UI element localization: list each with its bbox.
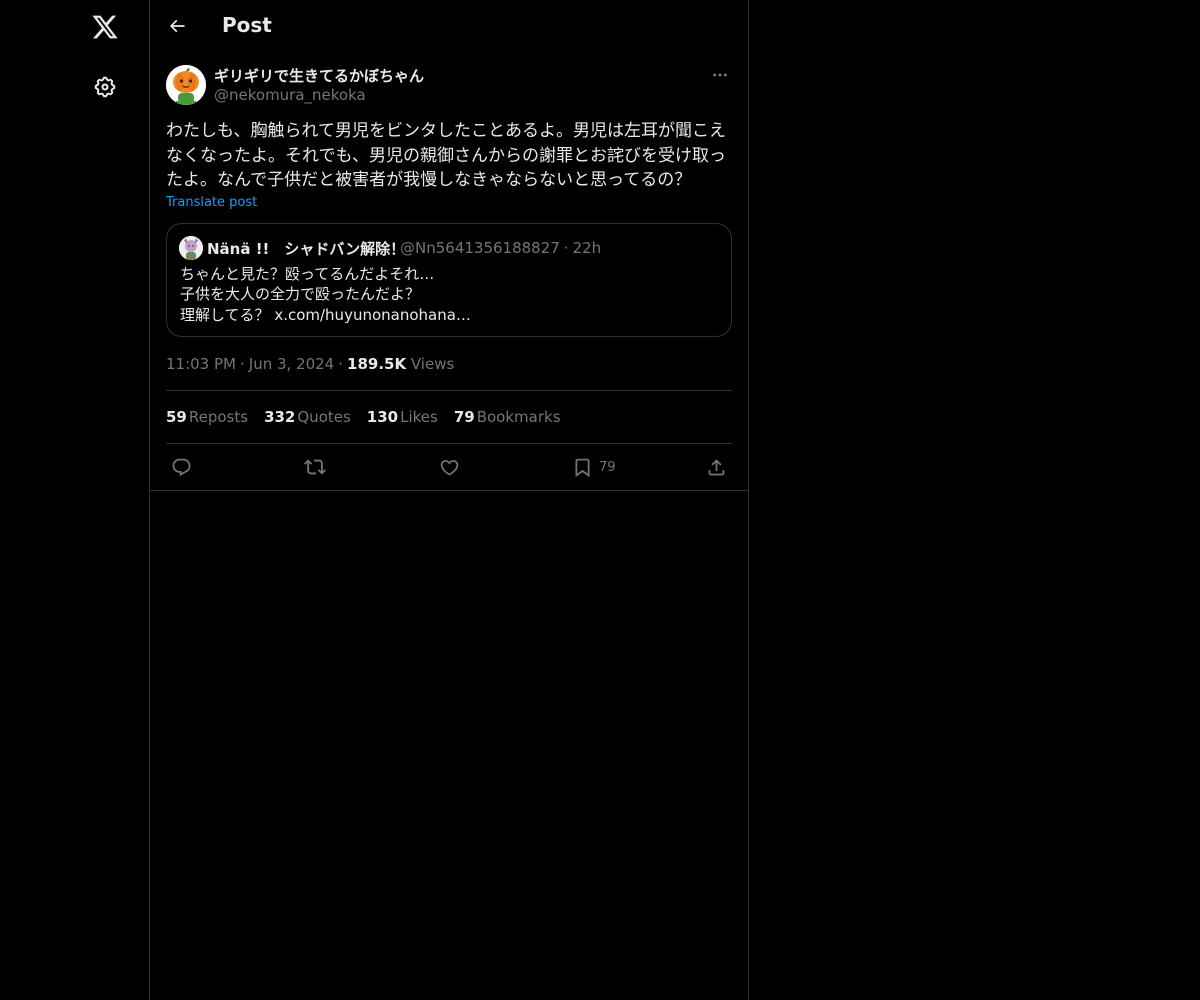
author-avatar[interactable] bbox=[166, 65, 206, 105]
share-button[interactable] bbox=[706, 455, 727, 479]
quotes-stat[interactable]: 332 Quotes bbox=[264, 408, 351, 426]
post-time[interactable]: 11:03 PM bbox=[166, 355, 236, 373]
back-button[interactable] bbox=[160, 9, 194, 43]
quotes-label: Quotes bbox=[297, 408, 351, 426]
separator-dot: · bbox=[563, 239, 569, 257]
quoted-handle: @Nn5641356188827 bbox=[400, 239, 560, 257]
quoted-text: ちゃんと見た？殴ってるんだよそれ… 子供を大人の全力で殴ったんだよ？ 理解してる… bbox=[180, 265, 471, 324]
engagement-stats: 59 Reposts 332 Quotes 130 Likes 79 Bookmarks bbox=[166, 408, 577, 426]
post-meta: 11:03 PM · Jun 3, 2024 · 189.5K Views bbox=[166, 355, 454, 373]
quoted-time: 22h bbox=[572, 239, 602, 257]
bookmark-icon bbox=[575, 458, 590, 477]
views-count: 189.5K bbox=[347, 355, 407, 373]
character-avatar-icon bbox=[179, 236, 203, 260]
bookmarks-label: Bookmarks bbox=[476, 408, 561, 426]
left-nav bbox=[0, 0, 149, 1000]
back-arrow-icon bbox=[169, 19, 185, 33]
quoted-display-name: Nänä !! シャドバン解除！ bbox=[207, 240, 406, 258]
header: Post bbox=[150, 0, 748, 54]
more-dots-icon bbox=[713, 73, 727, 77]
like-button[interactable] bbox=[439, 455, 460, 479]
reposts-stat[interactable]: 59 Reposts bbox=[166, 408, 248, 426]
likes-stat[interactable]: 130 Likes bbox=[367, 408, 438, 426]
page: Post ギリギリで生きてるかぼちゃん @nekomura_nekoka わたし… bbox=[0, 0, 1200, 1000]
post-date[interactable]: Jun 3, 2024 bbox=[249, 355, 334, 373]
reposts-count: 59 bbox=[166, 408, 187, 426]
quoted-meta: @Nn5641356188827 · 22h bbox=[400, 239, 601, 257]
repost-icon bbox=[304, 459, 326, 475]
main-column: Post ギリギリで生きてるかぼちゃん @nekomura_nekoka わたし… bbox=[149, 0, 749, 1000]
author-display-name[interactable]: ギリギリで生きてるかぼちゃん bbox=[214, 65, 424, 86]
translate-post-link[interactable]: Translate post bbox=[166, 195, 257, 210]
reply-icon bbox=[172, 458, 191, 476]
quoted-author-avatar bbox=[179, 236, 203, 260]
like-icon bbox=[440, 459, 459, 476]
bookmark-button[interactable]: 79 bbox=[572, 455, 616, 479]
author-handle[interactable]: @nekomura_nekoka bbox=[214, 86, 366, 104]
x-logo-icon bbox=[92, 15, 118, 39]
quoted-post[interactable]: Nänä !! シャドバン解除！ @Nn5641356188827 · 22h ちゃ… bbox=[166, 223, 732, 337]
share-icon bbox=[708, 458, 725, 475]
views-label: Views bbox=[410, 355, 455, 373]
separator-dot: · bbox=[338, 355, 344, 373]
repost-button[interactable] bbox=[304, 455, 326, 479]
bookmarks-count: 79 bbox=[453, 408, 475, 426]
bookmarks-stat[interactable]: 79 Bookmarks bbox=[454, 408, 561, 426]
divider bbox=[166, 443, 732, 444]
reposts-label: Reposts bbox=[188, 408, 249, 426]
settings-button[interactable] bbox=[83, 65, 127, 109]
post-text: わたしも、胸触られて男児をビンタしたことあるよ。男児は左耳が聞こえなくなったよ。… bbox=[166, 121, 726, 190]
page-title: Post bbox=[222, 13, 272, 37]
more-button[interactable] bbox=[708, 64, 732, 86]
reply-button[interactable] bbox=[171, 455, 192, 479]
x-logo-link[interactable] bbox=[83, 5, 127, 49]
likes-label: Likes bbox=[400, 408, 438, 426]
post-bottom-border bbox=[150, 490, 748, 491]
separator-dot: · bbox=[239, 355, 245, 373]
divider bbox=[166, 390, 732, 391]
pumpkin-avatar-icon bbox=[166, 65, 206, 105]
bookmark-action-count: 79 bbox=[599, 459, 616, 475]
settings-gear-icon bbox=[94, 76, 116, 98]
quotes-count: 332 bbox=[264, 408, 296, 426]
likes-count: 130 bbox=[366, 408, 399, 426]
